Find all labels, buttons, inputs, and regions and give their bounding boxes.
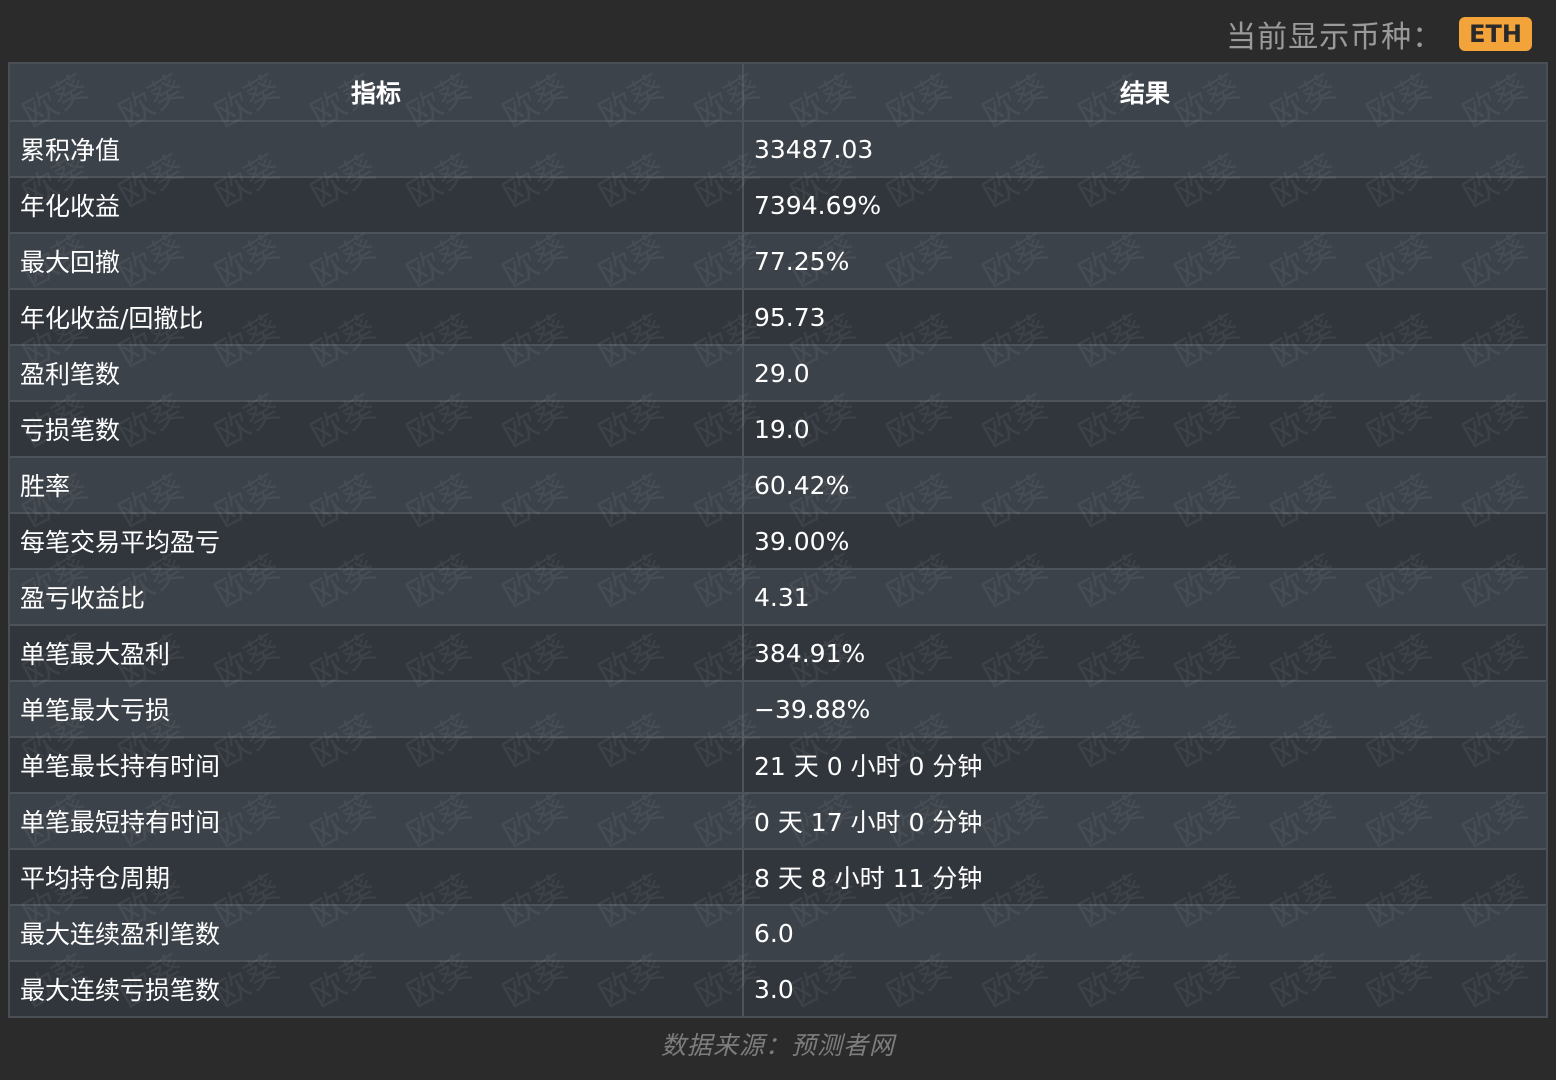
metric-value: 4.31	[743, 569, 1546, 626]
currency-badge[interactable]: ETH	[1459, 17, 1532, 51]
metric-label: 平均持仓周期	[10, 849, 744, 906]
metric-value: 8 天 8 小时 11 分钟	[743, 849, 1546, 906]
metric-value: 60.42%	[743, 457, 1546, 514]
currency-header: 当前显示币种： ETH	[1226, 14, 1532, 55]
metric-label: 单笔最短持有时间	[10, 793, 744, 850]
table-row: 亏损笔数 19.0	[10, 401, 1546, 458]
metric-value: 33487.03	[743, 121, 1546, 178]
table-row: 单笔最短持有时间 0 天 17 小时 0 分钟	[10, 793, 1546, 850]
metric-value: −39.88%	[743, 681, 1546, 738]
table-row: 每笔交易平均盈亏 39.00%	[10, 513, 1546, 570]
table-row: 胜率 60.42%	[10, 457, 1546, 514]
table-row: 盈亏收益比 4.31	[10, 569, 1546, 626]
metrics-table: 指标 结果 累积净值 33487.03 年化收益 7394.69% 最大回撤 77.2…	[10, 64, 1546, 1016]
metrics-table-container: 指标 结果 累积净值 33487.03 年化收益 7394.69% 最大回撤 77.2…	[8, 62, 1548, 1018]
metric-value: 95.73	[743, 289, 1546, 346]
metric-label: 盈利笔数	[10, 345, 744, 402]
table-header-row: 指标 结果	[10, 64, 1546, 122]
metric-label: 最大连续盈利笔数	[10, 905, 744, 962]
metric-label: 最大回撤	[10, 233, 744, 290]
metric-label: 单笔最长持有时间	[10, 737, 744, 794]
metric-value: 77.25%	[743, 233, 1546, 290]
metric-value: 3.0	[743, 961, 1546, 1016]
table-row: 单笔最大亏损 −39.88%	[10, 681, 1546, 738]
column-header-metric: 指标	[10, 64, 744, 122]
table-row: 单笔最大盈利 384.91%	[10, 625, 1546, 682]
currency-label: 当前显示币种：	[1226, 20, 1444, 55]
table-row: 盈利笔数 29.0	[10, 345, 1546, 402]
metric-label: 年化收益/回撤比	[10, 289, 744, 346]
metric-value: 7394.69%	[743, 177, 1546, 234]
metric-label: 单笔最大亏损	[10, 681, 744, 738]
metric-value: 29.0	[743, 345, 1546, 402]
page: 当前显示币种： ETH 指标 结果 累积净值 33487.03 年化收益 7394.…	[0, 0, 1556, 1080]
metric-label: 累积净值	[10, 121, 744, 178]
table-row: 单笔最长持有时间 21 天 0 小时 0 分钟	[10, 737, 1546, 794]
metric-value: 6.0	[743, 905, 1546, 962]
table-row: 累积净值 33487.03	[10, 121, 1546, 178]
table-row: 平均持仓周期 8 天 8 小时 11 分钟	[10, 849, 1546, 906]
metric-label: 年化收益	[10, 177, 744, 234]
metric-label: 单笔最大盈利	[10, 625, 744, 682]
metric-value: 21 天 0 小时 0 分钟	[743, 737, 1546, 794]
metric-label: 胜率	[10, 457, 744, 514]
table-row: 年化收益 7394.69%	[10, 177, 1546, 234]
table-row: 最大连续亏损笔数 3.0	[10, 961, 1546, 1016]
metric-value: 19.0	[743, 401, 1546, 458]
metric-label: 盈亏收益比	[10, 569, 744, 626]
metric-value: 384.91%	[743, 625, 1546, 682]
metric-value: 39.00%	[743, 513, 1546, 570]
metric-label: 最大连续亏损笔数	[10, 961, 744, 1016]
metric-value: 0 天 17 小时 0 分钟	[743, 793, 1546, 850]
table-row: 最大回撤 77.25%	[10, 233, 1546, 290]
metric-label: 亏损笔数	[10, 401, 744, 458]
column-header-result: 结果	[743, 64, 1546, 122]
table-row: 最大连续盈利笔数 6.0	[10, 905, 1546, 962]
data-source-footer: 数据来源：预测者网	[660, 1031, 895, 1060]
metric-label: 每笔交易平均盈亏	[10, 513, 744, 570]
table-row: 年化收益/回撤比 95.73	[10, 289, 1546, 346]
